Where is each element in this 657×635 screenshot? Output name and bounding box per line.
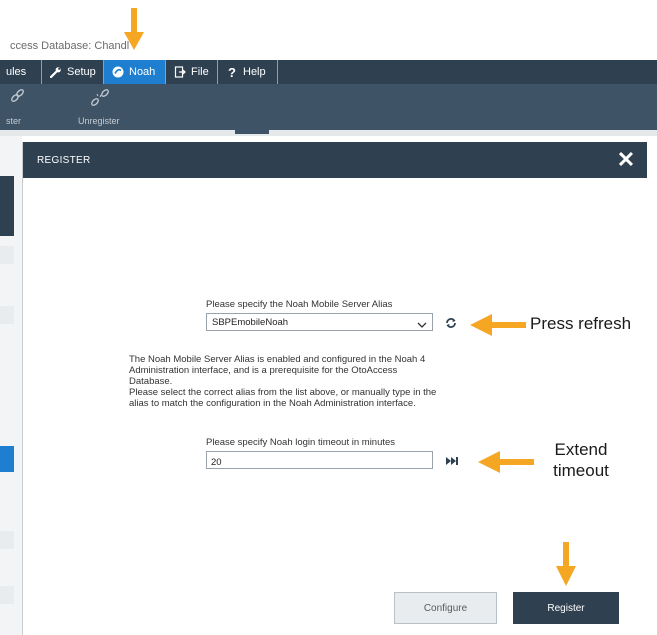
arrow-left-icon xyxy=(470,314,526,336)
arrow-down-icon xyxy=(556,542,576,586)
arrow-left-icon xyxy=(478,451,534,473)
annotation-press-refresh: Press refresh xyxy=(530,314,632,333)
annotation-timeout: timeout xyxy=(553,461,609,480)
arrow-down-icon xyxy=(124,8,144,50)
annotation-extend: Extend xyxy=(554,440,608,459)
